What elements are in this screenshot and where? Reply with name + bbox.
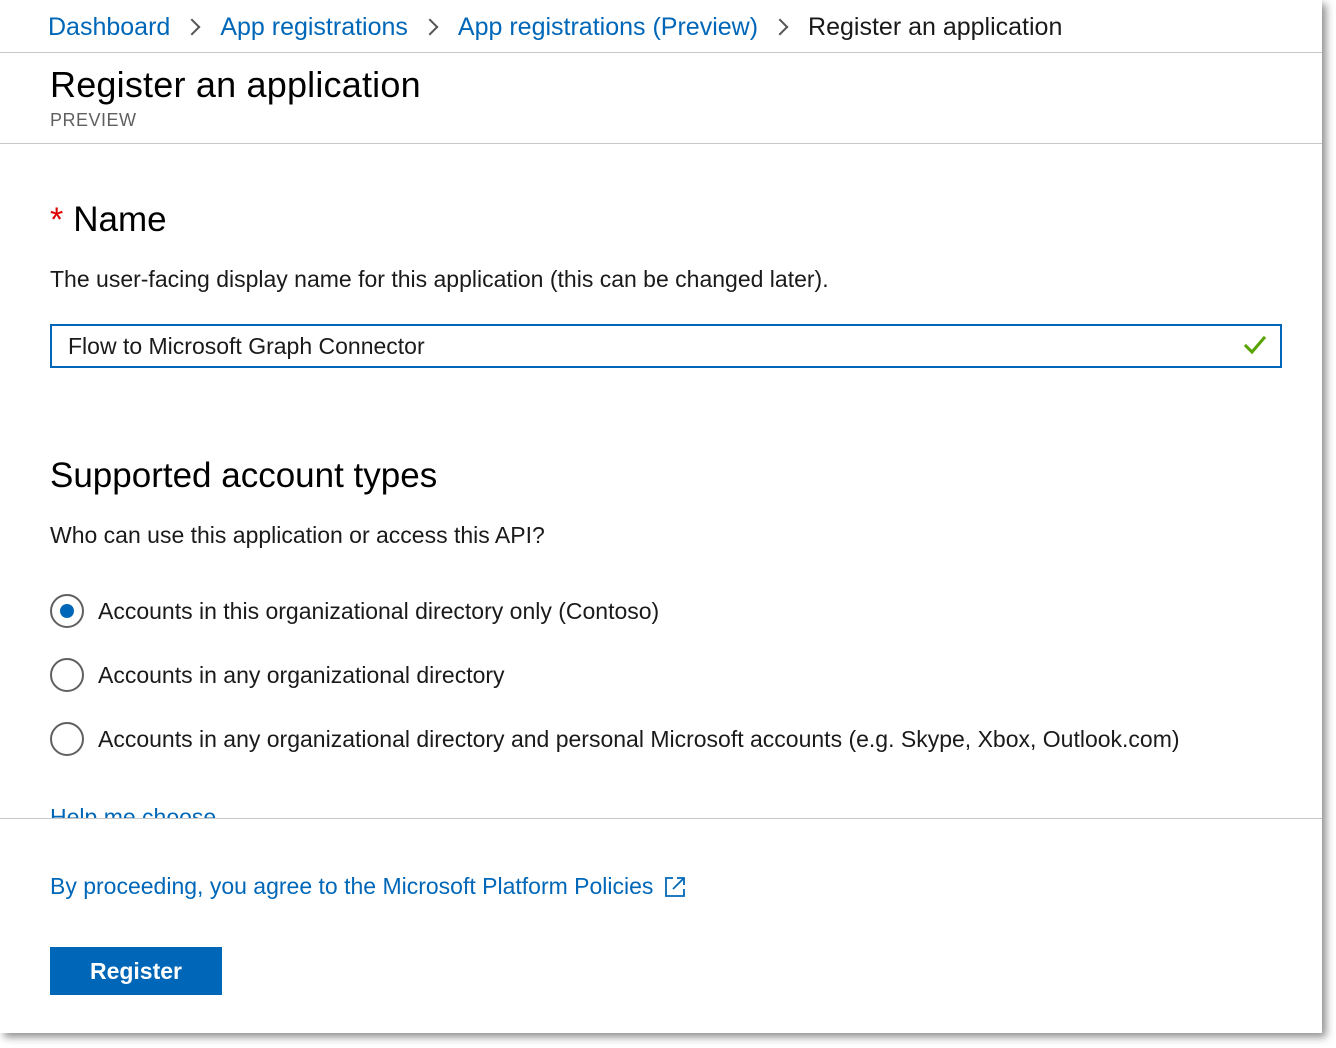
chevron-right-icon [421, 18, 439, 36]
name-description: The user-facing display name for this ap… [50, 266, 829, 292]
policy-link-text: By proceeding, you agree to the Microsof… [50, 873, 654, 899]
chevron-right-icon [771, 18, 789, 36]
radio-label: Accounts in this organizational director… [98, 597, 660, 624]
radio-button[interactable] [50, 722, 84, 756]
name-field[interactable] [50, 324, 1282, 368]
chevron-right-icon [183, 18, 201, 36]
radio-button[interactable] [50, 594, 84, 628]
name-heading: * Name [50, 200, 167, 240]
account-option-multi-tenant[interactable]: Accounts in any organizational directory [50, 658, 505, 692]
page-subtitle: PREVIEW [50, 110, 137, 130]
header-divider [0, 143, 1322, 144]
name-input[interactable] [68, 326, 1228, 366]
checkmark-icon [1244, 335, 1266, 355]
radio-label: Accounts in any organizational directory… [98, 725, 1180, 752]
required-marker: * [50, 201, 64, 239]
external-link-icon [665, 876, 686, 897]
account-option-single-tenant[interactable]: Accounts in this organizational director… [50, 594, 659, 628]
name-heading-text: Name [73, 200, 167, 239]
breadcrumb-app-registrations-preview[interactable]: App registrations (Preview) [458, 13, 758, 42]
breadcrumb: Dashboard App registrations App registra… [48, 10, 1062, 44]
breadcrumb-divider [0, 52, 1322, 53]
register-button[interactable]: Register [50, 947, 222, 995]
footer: By proceeding, you agree to the Microsof… [0, 818, 1322, 1033]
page-title: Register an application [50, 64, 421, 105]
app-window: Dashboard App registrations App registra… [0, 0, 1322, 1033]
breadcrumb-app-registrations[interactable]: App registrations [220, 13, 408, 42]
radio-label: Accounts in any organizational directory [98, 661, 505, 688]
account-types-heading: Supported account types [50, 456, 438, 495]
account-types-question: Who can use this application or access t… [50, 522, 545, 548]
account-option-multi-tenant-personal[interactable]: Accounts in any organizational directory… [50, 722, 1180, 756]
breadcrumb-dashboard[interactable]: Dashboard [48, 13, 170, 42]
platform-policies-link[interactable]: By proceeding, you agree to the Microsof… [50, 873, 687, 900]
breadcrumb-current: Register an application [808, 12, 1063, 41]
radio-button[interactable] [50, 658, 84, 692]
